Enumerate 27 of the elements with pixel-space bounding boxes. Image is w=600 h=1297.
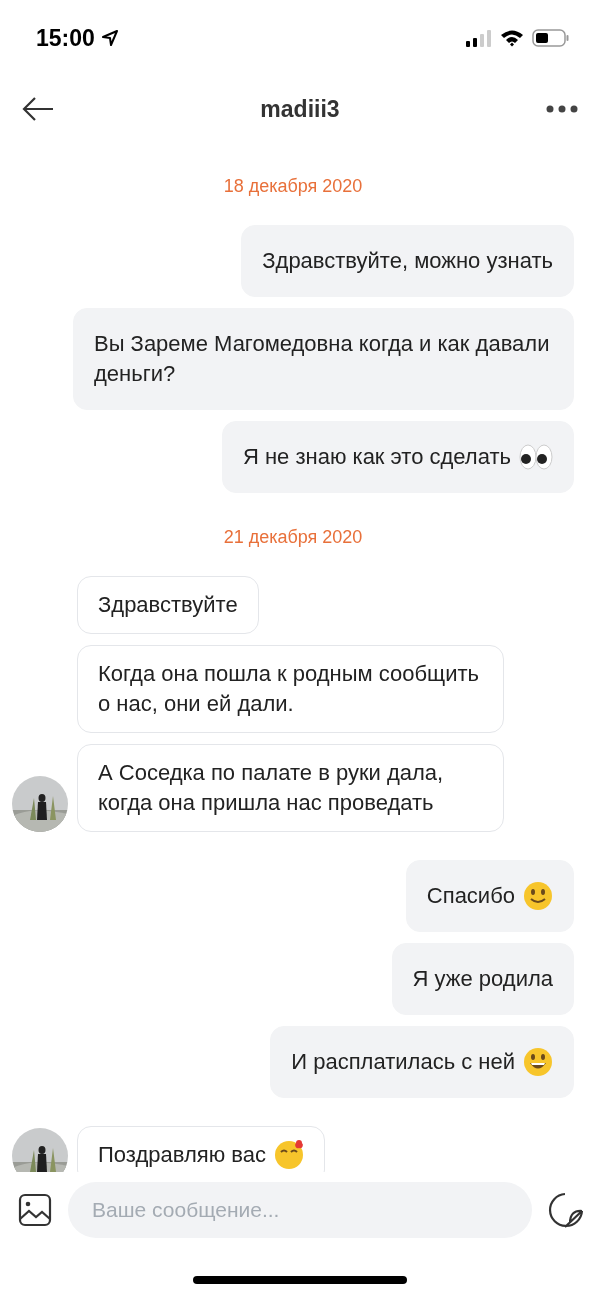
- smiling-face-icon: [273, 1140, 304, 1170]
- wifi-icon: [500, 29, 524, 47]
- message-input[interactable]: Ваше сообщение...: [68, 1182, 532, 1238]
- message-bubble: Я не знаю как это сделать: [221, 421, 574, 493]
- more-icon[interactable]: [546, 105, 578, 113]
- signal-icon: [466, 29, 492, 47]
- grinning-face-icon: [523, 1047, 553, 1077]
- message-bubble: Здравствуйте: [77, 576, 259, 634]
- smiling-face-icon: [523, 881, 553, 911]
- chat-title: madiii3: [260, 95, 340, 123]
- message-bubble: А Соседка по палате в руки дала, когда она пришла нас проведать: [77, 744, 504, 832]
- sticker-icon[interactable]: [548, 1192, 584, 1228]
- eyes-icon: [519, 444, 553, 470]
- message-bubble: Вы Зареме Магомедовна когда и как давали деньги?: [73, 308, 574, 410]
- date-divider: 18 декабря 2020: [223, 176, 363, 197]
- battery-icon: [532, 28, 570, 48]
- message-bubble: И расплатилась с ней: [270, 1026, 574, 1098]
- location-arrow-icon: [100, 29, 119, 47]
- image-icon[interactable]: [18, 1193, 52, 1227]
- date-divider: 21 декабря 2020: [223, 527, 363, 548]
- back-arrow-icon[interactable]: [22, 96, 54, 122]
- status-time: 15:00: [36, 24, 95, 52]
- message-bubble: Спасибо: [405, 860, 574, 932]
- message-bubble: Здравствуйте, можно узнать: [241, 225, 574, 297]
- message-bubble: Я уже родила: [391, 943, 574, 1015]
- message-bubble: Поздравляю вас: [77, 1126, 325, 1172]
- message-bubble: Когда она пошла к родным сообщить о нас, они ей дали.: [77, 645, 504, 733]
